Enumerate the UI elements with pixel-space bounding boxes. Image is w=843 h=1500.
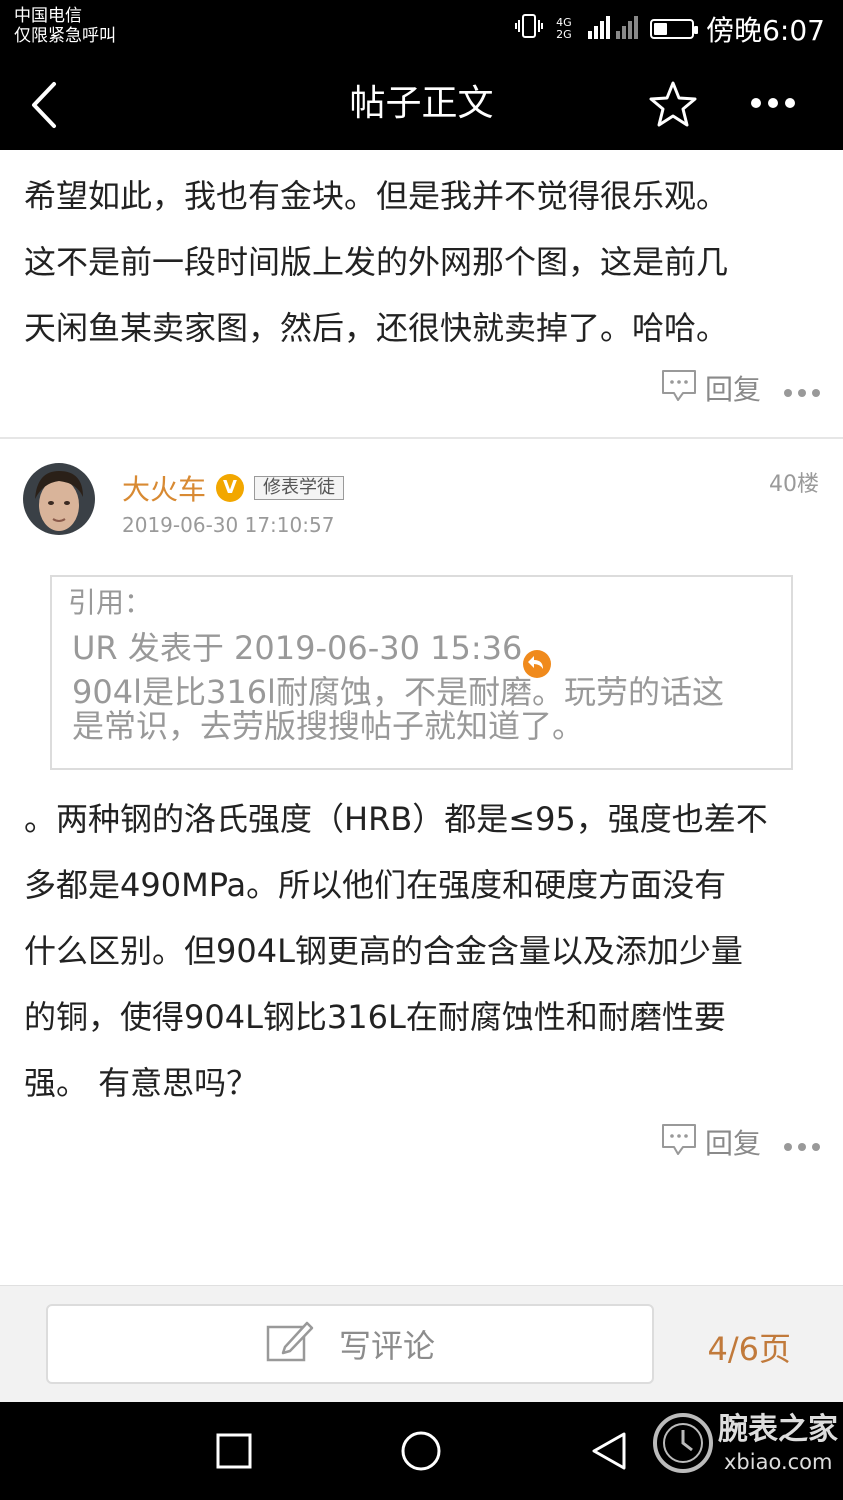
floor-number: 40楼 [769,472,819,497]
system-nav-bar: 腕表之家 xbiao.com [0,1402,843,1500]
comment-icon[interactable] [661,367,697,410]
app-header: 帖子正文 [0,60,843,150]
post-timestamp: 2019-06-30 17:10:57 [122,513,335,537]
back-nav-icon[interactable] [590,1431,628,1475]
watermark-logo-icon [652,1412,714,1478]
post-40-body: 。两种钢的洛氏强度（HRB）都是≤95，强度也差不 多都是490MPa。所以他们… [24,786,824,1116]
watermark-domain: xbiao.com [724,1450,833,1474]
quote-line: 904l是比316l耐腐蚀，不是耐磨。玩劳的话这 [72,673,724,711]
comment-placeholder: 写评论 [338,1327,435,1365]
recents-icon[interactable] [216,1433,252,1473]
author-line: 大火车 V 修表学徒 [122,468,345,508]
watermark-name: 腕表之家 [718,1412,838,1447]
comment-icon[interactable] [661,1121,697,1164]
quote-source: UR 发表于 2019-06-30 15:36 [72,629,523,667]
star-icon[interactable] [646,78,700,132]
status-time: 傍晚6:07 [706,14,825,47]
reply-button[interactable]: 回复 [705,1122,761,1162]
quote-block: 引用： UR 发表于 2019-06-30 15:36 904l是比316l耐腐… [50,575,793,770]
quote-line: 是常识，去劳版搜搜帖子就知道了。 [72,707,585,745]
page-indicator[interactable]: 4/6页 [707,1324,791,1370]
more-dots-icon[interactable] [783,372,821,405]
quote-body: 904l是比316l耐腐蚀，不是耐磨。玩劳的话这 是常识，去劳版搜搜帖子就知道了… [72,675,724,743]
post-line: 。两种钢的洛氏强度（HRB）都是≤95，强度也差不 [24,800,768,838]
avatar[interactable] [23,463,95,535]
edit-icon [265,1317,315,1371]
post-line: 什么区别。但904L钢更高的合金含量以及添加少量 [24,932,743,970]
post-line: 这不是前一段时间版上发的外网那个图，这是前几 [24,243,729,281]
status-bar: 中国电信 仅限紧急呼叫 4G 2G 傍晚6:07 [0,0,843,60]
carrier-name: 中国电信 [14,6,82,26]
post-line: 多都是490MPa。所以他们在强度和硬度方面没有 [24,866,727,904]
more-icon[interactable] [748,90,798,120]
verified-badge: V [216,474,245,502]
post-39-actions: 回复 [661,368,821,408]
battery-fill [654,23,668,35]
carrier-info: 中国电信 仅限紧急呼叫 [14,6,116,46]
reply-button[interactable]: 回复 [705,368,761,408]
battery-icon [650,19,699,39]
post-line: 希望如此，我也有金块。但是我并不觉得很乐观。 [24,177,729,215]
status-indicators: 4G 2G 傍晚6:07 [514,10,825,48]
more-dots-icon[interactable] [783,1126,821,1159]
rank-badge: 修表学徒 [254,476,345,500]
network-label: 4G 2G [556,16,572,41]
post-39-body: 希望如此，我也有金块。但是我并不觉得很乐观。 这不是前一段时间版上发的外网那个图… [24,163,824,361]
post-40-actions: 回复 [661,1122,821,1162]
vibrate-icon [514,12,544,47]
quote-header: 引用： [68,586,153,619]
post-line: 的铜，使得904L钢比316L在耐腐蚀性和耐磨性要 [24,998,726,1036]
home-icon[interactable] [400,1430,442,1476]
post-divider [0,437,843,439]
comment-bar: 写评论 4/6页 [0,1285,843,1403]
carrier-note: 仅限紧急呼叫 [14,26,116,46]
author-name[interactable]: 大火车 [122,468,206,508]
comment-input[interactable]: 写评论 [46,1304,654,1384]
post-line: 强。 有意思吗？ [24,1064,259,1102]
signal-icon [588,13,639,46]
page-title: 帖子正文 [349,83,494,124]
post-line: 天闲鱼某卖家图，然后，还很快就卖掉了。哈哈。 [24,309,729,347]
